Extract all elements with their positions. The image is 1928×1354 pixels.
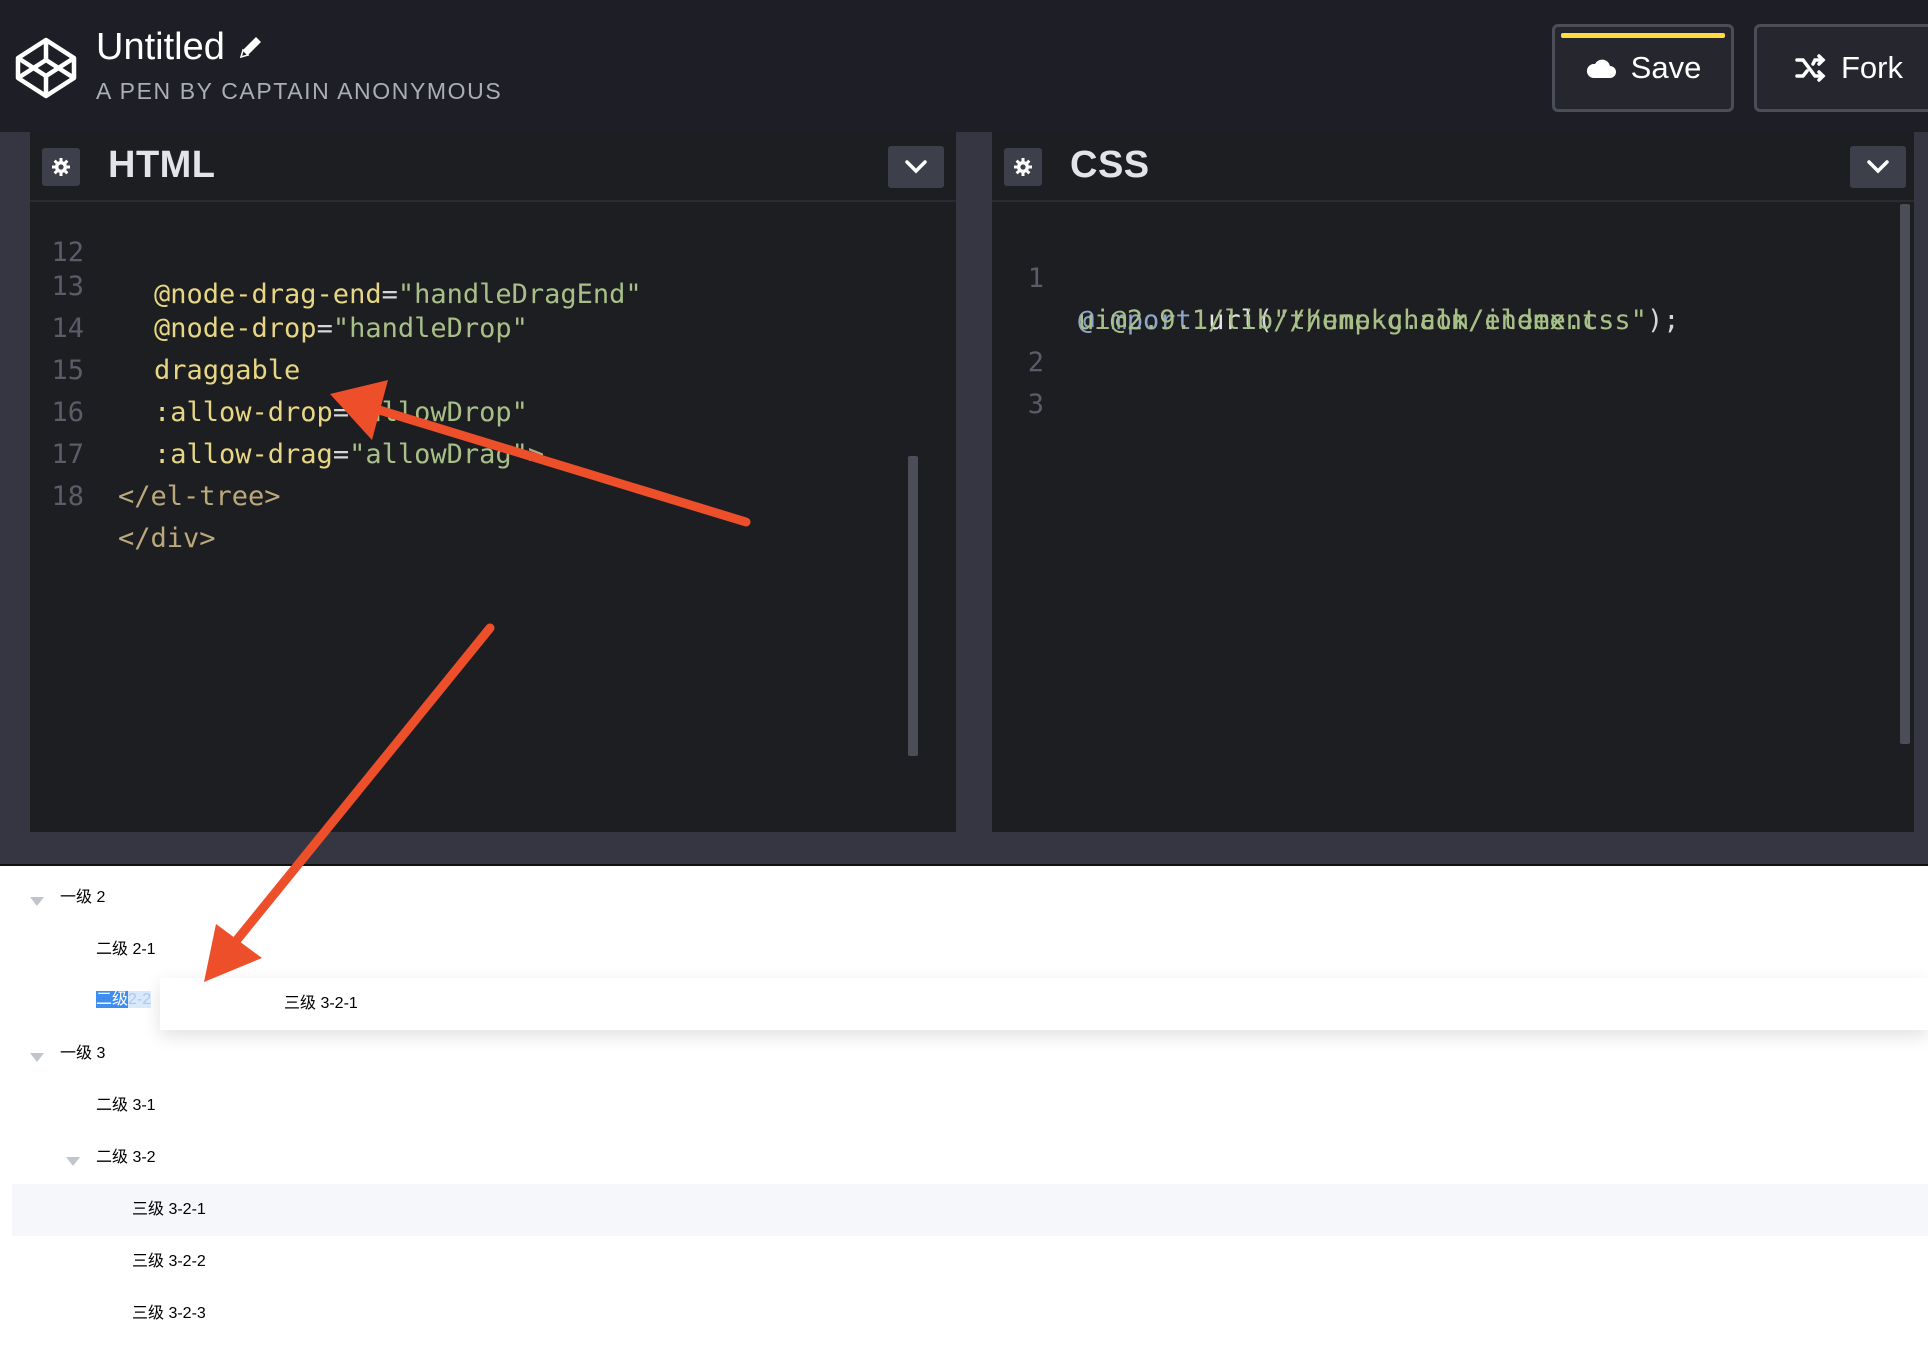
pencil-edit-icon[interactable] [237, 33, 265, 61]
pen-title[interactable]: Untitled [96, 24, 225, 70]
code-line: 14 draggable [30, 266, 300, 386]
code-line: 16 :allow-drag="allowDrag"> [30, 350, 544, 470]
pen-author-byline: A PEN BY CAPTAIN ANONYMOUS [96, 78, 503, 104]
code-text: :allow-drag="allowDrag"> [154, 439, 545, 470]
expand-caret-icon[interactable] [30, 897, 44, 906]
css-editor-pane: CSS 1 @import url("//unpkg.com/element- … [992, 132, 1914, 832]
tree-node-level2[interactable]: 二级 3-1 [96, 1080, 156, 1132]
expand-caret-icon[interactable] [30, 1053, 44, 1062]
tree-node-level1[interactable]: 一级 3 [60, 1028, 105, 1080]
tree-node-level2[interactable]: 二级 3-2 [96, 1132, 156, 1184]
code-line-wrapped: ui@2.9.1/lib/theme-chalk/index.css"); [992, 258, 1679, 336]
editor-preview-resizer[interactable] [0, 832, 1928, 866]
css-code-editor[interactable]: 1 @import url("//unpkg.com/element- ui@2… [992, 204, 1914, 832]
css-pane-header: CSS [992, 132, 1914, 202]
gear-icon [1014, 158, 1032, 176]
css-pane-dropdown-button[interactable] [1850, 146, 1906, 188]
html-editor-scrollbar[interactable] [908, 456, 918, 756]
chevron-down-icon [1867, 160, 1889, 174]
cloud-icon [1585, 57, 1617, 79]
html-editor-pane: HTML 12 @node-drag-end="handleDragEnd" 1… [30, 132, 956, 832]
css-pane-title: CSS [1070, 144, 1150, 186]
drag-ghost: 三级 3-2-1 [160, 978, 1928, 1030]
save-button[interactable]: Save [1552, 24, 1734, 112]
code-text: ui@2.9.1/lib/theme-chalk/index.css"); [1078, 305, 1680, 336]
selected-text: 二级 [96, 991, 129, 1008]
selected-text-faded: 2-2 [128, 991, 152, 1008]
css-editor-scrollbar[interactable] [1900, 204, 1910, 744]
unsaved-indicator-bar [1561, 33, 1725, 38]
top-bar: Untitled A PEN BY CAPTAIN ANONYMOUS Save… [0, 0, 1928, 132]
tree-node-level3[interactable]: 三级 3-2-2 [132, 1236, 206, 1288]
tree-node-level2[interactable]: 二级 2-1 [96, 924, 156, 976]
css-settings-button[interactable] [1004, 148, 1042, 186]
save-label: Save [1630, 50, 1702, 85]
tree-node-level1[interactable]: 一级 2 [60, 872, 105, 924]
preview-tree [0, 866, 1928, 1354]
tree-row-hover-highlight [12, 1184, 1928, 1236]
code-text: @node-drop="handleDrop" [154, 313, 528, 344]
html-pane-title: HTML [108, 144, 216, 186]
code-text: :allow-drop="allowDrop" [154, 397, 528, 428]
html-pane-header: HTML [30, 132, 956, 202]
code-text: draggable [154, 355, 301, 386]
tree-node-level3[interactable]: 三级 3-2-1 [132, 1184, 206, 1236]
line-number: 3 [1027, 389, 1044, 420]
chevron-down-icon [905, 160, 927, 174]
gear-icon [52, 158, 70, 176]
fork-button[interactable]: Fork [1754, 24, 1928, 112]
code-line: 1 @import url("//unpkg.com/element- [992, 216, 1615, 336]
code-text: </div> [118, 523, 216, 554]
drag-ghost-label: 三级 3-2-1 [284, 995, 358, 1012]
fork-label: Fork [1841, 50, 1903, 85]
code-line: 15 :allow-drop="allowDrop" [30, 308, 527, 428]
html-settings-button[interactable] [42, 148, 80, 186]
tree-node-dragging[interactable]: 二级2-2 [96, 978, 152, 1022]
line-number: 18 [51, 481, 84, 512]
codepen-logo-icon[interactable] [14, 36, 78, 100]
code-line: 3 [992, 342, 1122, 420]
code-line: 18 </div> [30, 434, 215, 554]
tree-node-level3[interactable]: 三级 3-2-3 [132, 1288, 206, 1340]
editor-area: HTML 12 @node-drag-end="handleDragEnd" 1… [0, 132, 1928, 832]
pen-title-row: Untitled [96, 24, 265, 70]
code-line: 2 [992, 300, 1122, 378]
code-line: 17 </el-tree> [30, 392, 280, 512]
html-code-editor[interactable]: 12 @node-drag-end="handleDragEnd" 13 @no… [30, 204, 956, 832]
expand-caret-icon[interactable] [66, 1157, 80, 1166]
code-line: 13 @node-drop="handleDrop" [30, 224, 527, 344]
html-pane-dropdown-button[interactable] [888, 146, 944, 188]
fork-icon [1795, 54, 1827, 82]
